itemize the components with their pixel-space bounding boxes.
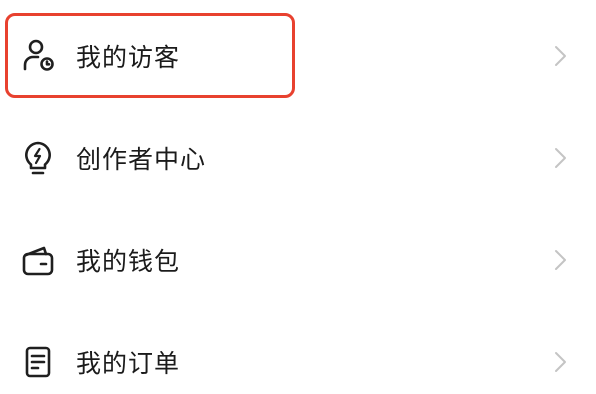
menu-item-label: 创作者中心 <box>76 145 207 174</box>
menu-item-creator-center[interactable]: 创作者中心 <box>0 110 596 206</box>
menu-item-label: 我的订单 <box>76 349 181 378</box>
visitor-icon <box>20 38 56 74</box>
menu-item-label: 我的钱包 <box>76 247 181 276</box>
chevron-right-icon <box>548 146 572 170</box>
chevron-right-icon <box>548 350 572 374</box>
menu-item-label: 我的访客 <box>76 43 181 72</box>
chevron-right-icon <box>548 44 572 68</box>
menu-list: 我的访客 创作者中心 我的钱包 我的订单 <box>0 0 596 394</box>
wallet-icon <box>20 242 56 278</box>
chevron-right-icon <box>548 248 572 272</box>
menu-item-visitors[interactable]: 我的访客 <box>0 8 596 104</box>
menu-item-orders[interactable]: 我的订单 <box>0 314 596 394</box>
order-icon <box>20 344 56 380</box>
lightbulb-icon <box>20 140 56 176</box>
menu-item-wallet[interactable]: 我的钱包 <box>0 212 596 308</box>
